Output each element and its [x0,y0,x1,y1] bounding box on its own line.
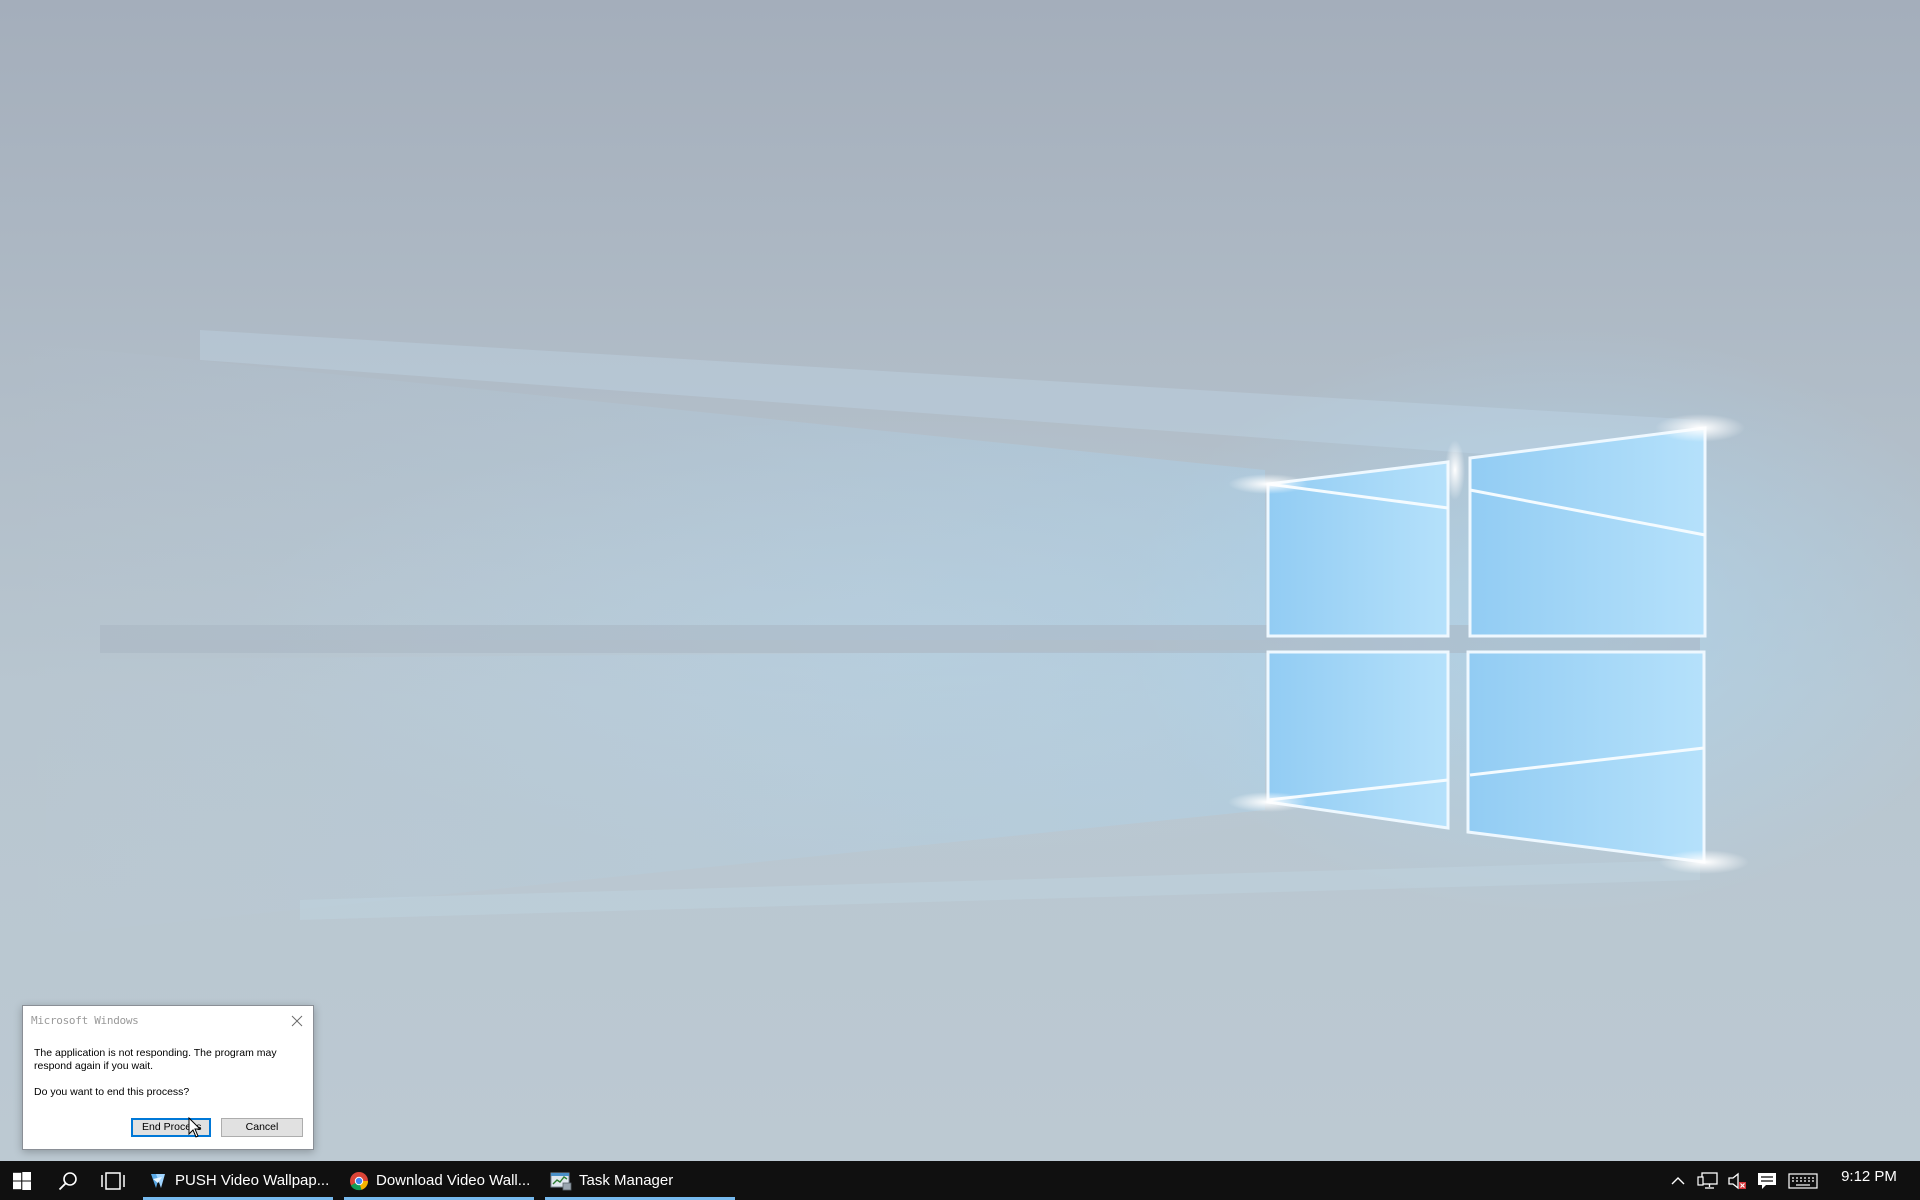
search-button[interactable] [48,1161,88,1200]
windows-logo-wallpaper [0,330,1749,940]
task-view-button[interactable] [93,1161,133,1200]
taskbar-app-chrome[interactable]: Download Video Wall... [344,1161,534,1200]
dialog-question: Do you want to end this process? [34,1086,190,1098]
taskbar-app-task-manager[interactable]: Task Manager [545,1161,735,1200]
network-tray-button[interactable] [1696,1161,1720,1200]
chrome-icon [350,1171,369,1190]
task-view-icon [101,1171,125,1190]
taskbar-clock[interactable]: 9:12 PM [1830,1161,1908,1200]
chevron-up-icon [1671,1176,1685,1184]
action-center-icon [1758,1172,1776,1189]
push-video-wallpaper-icon [151,1173,165,1188]
volume-muted-icon [1728,1172,1746,1189]
close-icon [291,1015,303,1027]
close-button[interactable] [287,1011,307,1031]
dialog-message: The application is not responding. The p… [34,1047,277,1072]
taskbar-app-push-video-wallpaper[interactable]: PUSH Video Wallpap... [143,1161,333,1200]
mouse-pointer-icon [188,1117,202,1138]
dialog-titlebar[interactable]: Microsoft Windows [23,1006,313,1036]
not-responding-dialog: Microsoft Windows The application is not… [22,1005,314,1150]
windows-logo-icon [12,1171,31,1190]
action-center-button[interactable] [1754,1161,1780,1200]
start-button[interactable] [0,1161,43,1200]
taskbar-app-label: PUSH Video Wallpap... [175,1172,330,1189]
task-manager-icon [550,1172,572,1190]
touch-keyboard-icon [1788,1172,1818,1189]
desktop-wallpaper [0,0,1920,1161]
taskbar-app-label: Task Manager [579,1172,674,1189]
taskbar: PUSH Video Wallpap... Download Video Wal… [0,1161,1920,1200]
touch-keyboard-button[interactable] [1786,1161,1820,1200]
cancel-button[interactable]: Cancel [221,1118,303,1137]
show-hidden-icons-button[interactable] [1666,1161,1690,1200]
search-icon [58,1171,77,1190]
volume-tray-button[interactable] [1725,1161,1749,1200]
taskbar-app-label: Download Video Wall... [376,1172,531,1189]
dialog-title: Microsoft Windows [31,1014,139,1027]
network-icon [1697,1171,1718,1189]
